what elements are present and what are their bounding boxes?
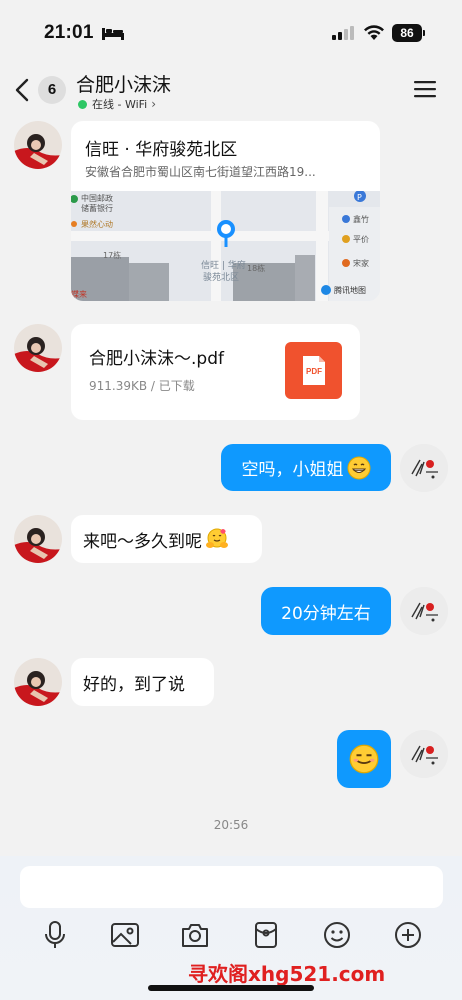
battery-icon: 86 xyxy=(392,24,425,42)
chevron-right-icon: › xyxy=(151,97,157,111)
watermark-text: 寻欢阁xhg521.com xyxy=(188,962,386,986)
sent-message-bubble[interactable]: 20分钟左右 xyxy=(261,587,391,635)
online-dot-icon xyxy=(78,99,87,109)
image-icon[interactable] xyxy=(110,920,140,950)
location-title: 信旺 · 华府骏苑北区 xyxy=(85,140,238,160)
input-area: 寻欢阁xhg521.com xyxy=(0,856,462,1000)
map-label: 信旺 | 华府 xyxy=(201,259,246,271)
contact-avatar[interactable] xyxy=(14,324,62,372)
signal-icon xyxy=(332,26,354,40)
map-label: 储蓄银行 xyxy=(81,203,113,213)
map-label: 鑫竹 xyxy=(353,214,369,224)
online-status-text: 在线 - WiFi xyxy=(92,98,148,111)
camera-icon[interactable] xyxy=(180,920,210,950)
my-avatar[interactable] xyxy=(400,730,448,778)
grin-emoji-icon xyxy=(347,456,370,479)
smirk-emoji-icon xyxy=(349,744,379,774)
map-label: 腾讯地图 xyxy=(334,285,366,295)
map-label: 17栋 xyxy=(103,250,121,260)
contact-name[interactable]: 合肥小沫沫 xyxy=(76,70,171,97)
emoji-icon[interactable] xyxy=(322,920,352,950)
microphone-icon[interactable] xyxy=(40,920,70,950)
location-address: 安徽省合肥市蜀山区南七街道望江西路19... xyxy=(85,165,316,179)
status-bar: 21:01 86 xyxy=(0,0,462,66)
home-indicator[interactable] xyxy=(148,985,314,991)
map-label: 平价 xyxy=(353,235,369,244)
message-input[interactable] xyxy=(20,866,443,908)
message-timestamp: 20:56 xyxy=(213,818,249,832)
input-toolbar xyxy=(0,920,462,950)
file-meta: 911.39KB / 已下载 xyxy=(89,379,195,393)
map-label: 果然心动 xyxy=(81,219,113,229)
file-message-card[interactable]: 合肥小沫沫～.pdf 911.39KB / 已下载 PDF xyxy=(71,324,360,420)
my-avatar[interactable] xyxy=(400,587,448,635)
chat-header: 6 合肥小沫沫 在线 - WiFi › xyxy=(0,66,462,116)
map-label: 中国邮政 xyxy=(81,193,113,203)
contact-avatar[interactable] xyxy=(14,658,62,706)
map-label: 宋家 xyxy=(353,258,369,268)
plus-icon[interactable] xyxy=(393,920,423,950)
map-label: 蝶来 xyxy=(71,289,87,299)
back-icon[interactable] xyxy=(14,78,32,102)
svg-text:P: P xyxy=(357,193,362,202)
message-text: 空吗，小姐姐 xyxy=(241,460,344,480)
received-message-bubble[interactable]: 好的，到了说 xyxy=(71,658,214,706)
online-status[interactable]: 在线 - WiFi › xyxy=(78,96,156,112)
map-label: 骏苑北区 xyxy=(203,271,239,283)
message-text: 好的，到了说 xyxy=(83,674,185,695)
status-time: 21:01 xyxy=(44,22,94,43)
bed-icon xyxy=(102,28,124,40)
pdf-icon: PDF xyxy=(285,342,342,399)
received-message-bubble[interactable]: 来吧～多久到呢 xyxy=(71,515,262,563)
message-text: 来吧～多久到呢 xyxy=(83,531,202,552)
wifi-icon xyxy=(364,25,384,40)
contact-avatar[interactable] xyxy=(14,515,62,563)
map-label: 18栋 xyxy=(247,263,265,273)
contact-avatar[interactable] xyxy=(14,121,62,169)
pdf-icon-label: PDF xyxy=(306,367,322,376)
message-text: 20分钟左右 xyxy=(281,603,371,624)
menu-icon[interactable] xyxy=(414,80,436,98)
sent-message-bubble[interactable]: 空吗，小姐姐 xyxy=(221,444,391,491)
unread-count-badge[interactable]: 6 xyxy=(38,76,66,104)
map-preview[interactable]: 中国邮政 储蓄银行 果然心动 17栋 信旺 | 华府 骏苑北区 18栋 鑫竹 平… xyxy=(71,191,380,301)
location-message-card[interactable]: 信旺 · 华府骏苑北区 安徽省合肥市蜀山区南七街道望江西路19... 中国邮政 … xyxy=(71,121,380,301)
my-avatar[interactable] xyxy=(400,444,448,492)
hug-emoji-icon xyxy=(206,528,228,548)
red-packet-icon[interactable] xyxy=(251,920,281,950)
sent-emoji-bubble[interactable] xyxy=(337,730,391,788)
file-name: 合肥小沫沫～.pdf xyxy=(89,349,224,369)
